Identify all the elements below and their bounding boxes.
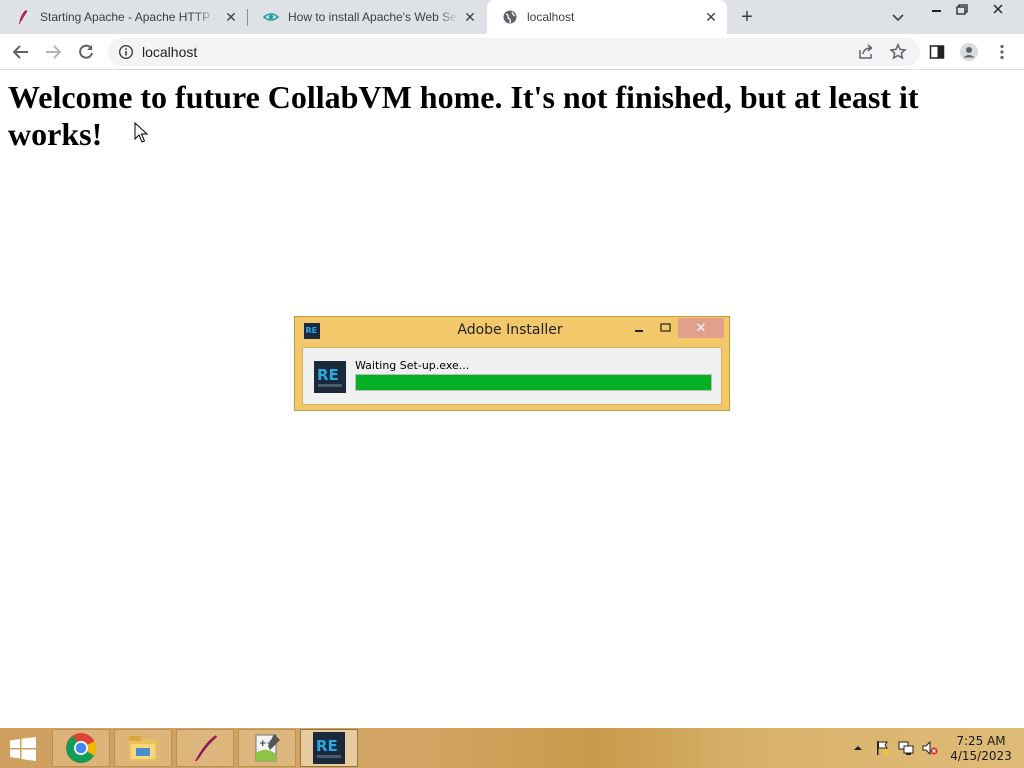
- site-info-icon[interactable]: [118, 44, 134, 60]
- desktop-screen: Starting Apache - Apache HTTP Server ✕ H…: [0, 0, 1024, 768]
- dialog-maximize-button[interactable]: [653, 318, 677, 338]
- reload-icon[interactable]: [76, 42, 96, 62]
- svg-text:RE: RE: [317, 366, 339, 384]
- installer-dialog: RE Adobe Installer ✕ RE Waiting Set-up.e…: [294, 316, 730, 411]
- browser-tab-strip: Starting Apache - Apache HTTP Server ✕ H…: [0, 0, 1024, 34]
- tab-close-icon[interactable]: ✕: [223, 9, 239, 25]
- notepad-plus-plus-icon: ++: [255, 734, 280, 762]
- installer-status-text: Waiting Set-up.exe...: [355, 359, 470, 372]
- side-panel-icon[interactable]: [927, 42, 947, 62]
- tab-close-icon[interactable]: ✕: [703, 9, 719, 25]
- tab-title: Starting Apache - Apache HTTP Server: [40, 10, 216, 24]
- system-clock[interactable]: 7:25 AM 4/15/2023: [942, 734, 1020, 764]
- tab-search-chevron-icon[interactable]: [890, 9, 906, 25]
- eye-icon: [263, 9, 279, 25]
- show-hidden-icons-chevron-icon[interactable]: [850, 740, 866, 756]
- taskbar-chrome-button[interactable]: [52, 729, 110, 767]
- tab-install-apache[interactable]: How to install Apache's Web Server ✕: [248, 0, 486, 34]
- installer-progress-bar: [355, 374, 712, 391]
- svg-text:RE: RE: [316, 737, 338, 755]
- tab-title: How to install Apache's Web Server: [288, 10, 458, 24]
- tab-apache-docs[interactable]: Starting Apache - Apache HTTP Server ✕: [0, 0, 247, 34]
- windows-start-button[interactable]: [9, 737, 37, 761]
- clock-time: 7:25 AM: [956, 734, 1006, 748]
- forward-arrow-icon[interactable]: [43, 42, 63, 62]
- browser-menu-icon[interactable]: [992, 42, 1012, 62]
- browser-toolbar: localhost: [0, 34, 1024, 70]
- tab-localhost[interactable]: localhost ✕: [487, 0, 727, 34]
- taskbar-installer-button[interactable]: RE: [300, 729, 358, 767]
- action-center-flag-icon[interactable]: [874, 740, 890, 756]
- windows-taskbar: ++ RE 7:25 AM 4/15/2023: [0, 728, 1024, 768]
- address-bar[interactable]: localhost: [108, 38, 920, 66]
- taskbar-apache-button[interactable]: [176, 729, 234, 767]
- window-restore-button[interactable]: [945, 0, 979, 22]
- address-text: localhost: [142, 44, 198, 60]
- progress-fill: [356, 375, 711, 390]
- network-icon[interactable]: [898, 740, 914, 756]
- back-arrow-icon[interactable]: [11, 42, 31, 62]
- tab-close-icon[interactable]: ✕: [462, 9, 478, 25]
- mouse-pointer-icon: [134, 122, 148, 143]
- apache-feather-icon: [195, 735, 217, 761]
- dialog-close-button[interactable]: ✕: [678, 318, 724, 338]
- share-icon[interactable]: [856, 42, 876, 62]
- bookmark-star-icon[interactable]: [888, 42, 908, 62]
- taskbar-file-explorer-button[interactable]: [114, 729, 172, 767]
- volume-muted-icon[interactable]: [922, 740, 938, 756]
- chrome-icon: [66, 733, 97, 763]
- dialog-minimize-button[interactable]: [627, 318, 651, 338]
- apache-feather-icon: [15, 9, 31, 25]
- new-tab-button[interactable]: +: [737, 7, 757, 27]
- repack-logo-icon: RE: [314, 361, 346, 393]
- globe-icon: [502, 9, 518, 25]
- tab-title: localhost: [527, 10, 575, 24]
- folder-icon: [129, 736, 157, 761]
- clock-date: 4/15/2023: [950, 749, 1012, 763]
- dialog-body: RE Waiting Set-up.exe...: [302, 347, 722, 405]
- repack-logo-icon: RE: [313, 732, 345, 764]
- window-close-button[interactable]: [981, 0, 1015, 22]
- profile-avatar-icon[interactable]: [959, 42, 979, 62]
- taskbar-notepadpp-button[interactable]: ++: [238, 729, 296, 767]
- page-heading: Welcome to future CollabVM home. It's no…: [8, 79, 919, 152]
